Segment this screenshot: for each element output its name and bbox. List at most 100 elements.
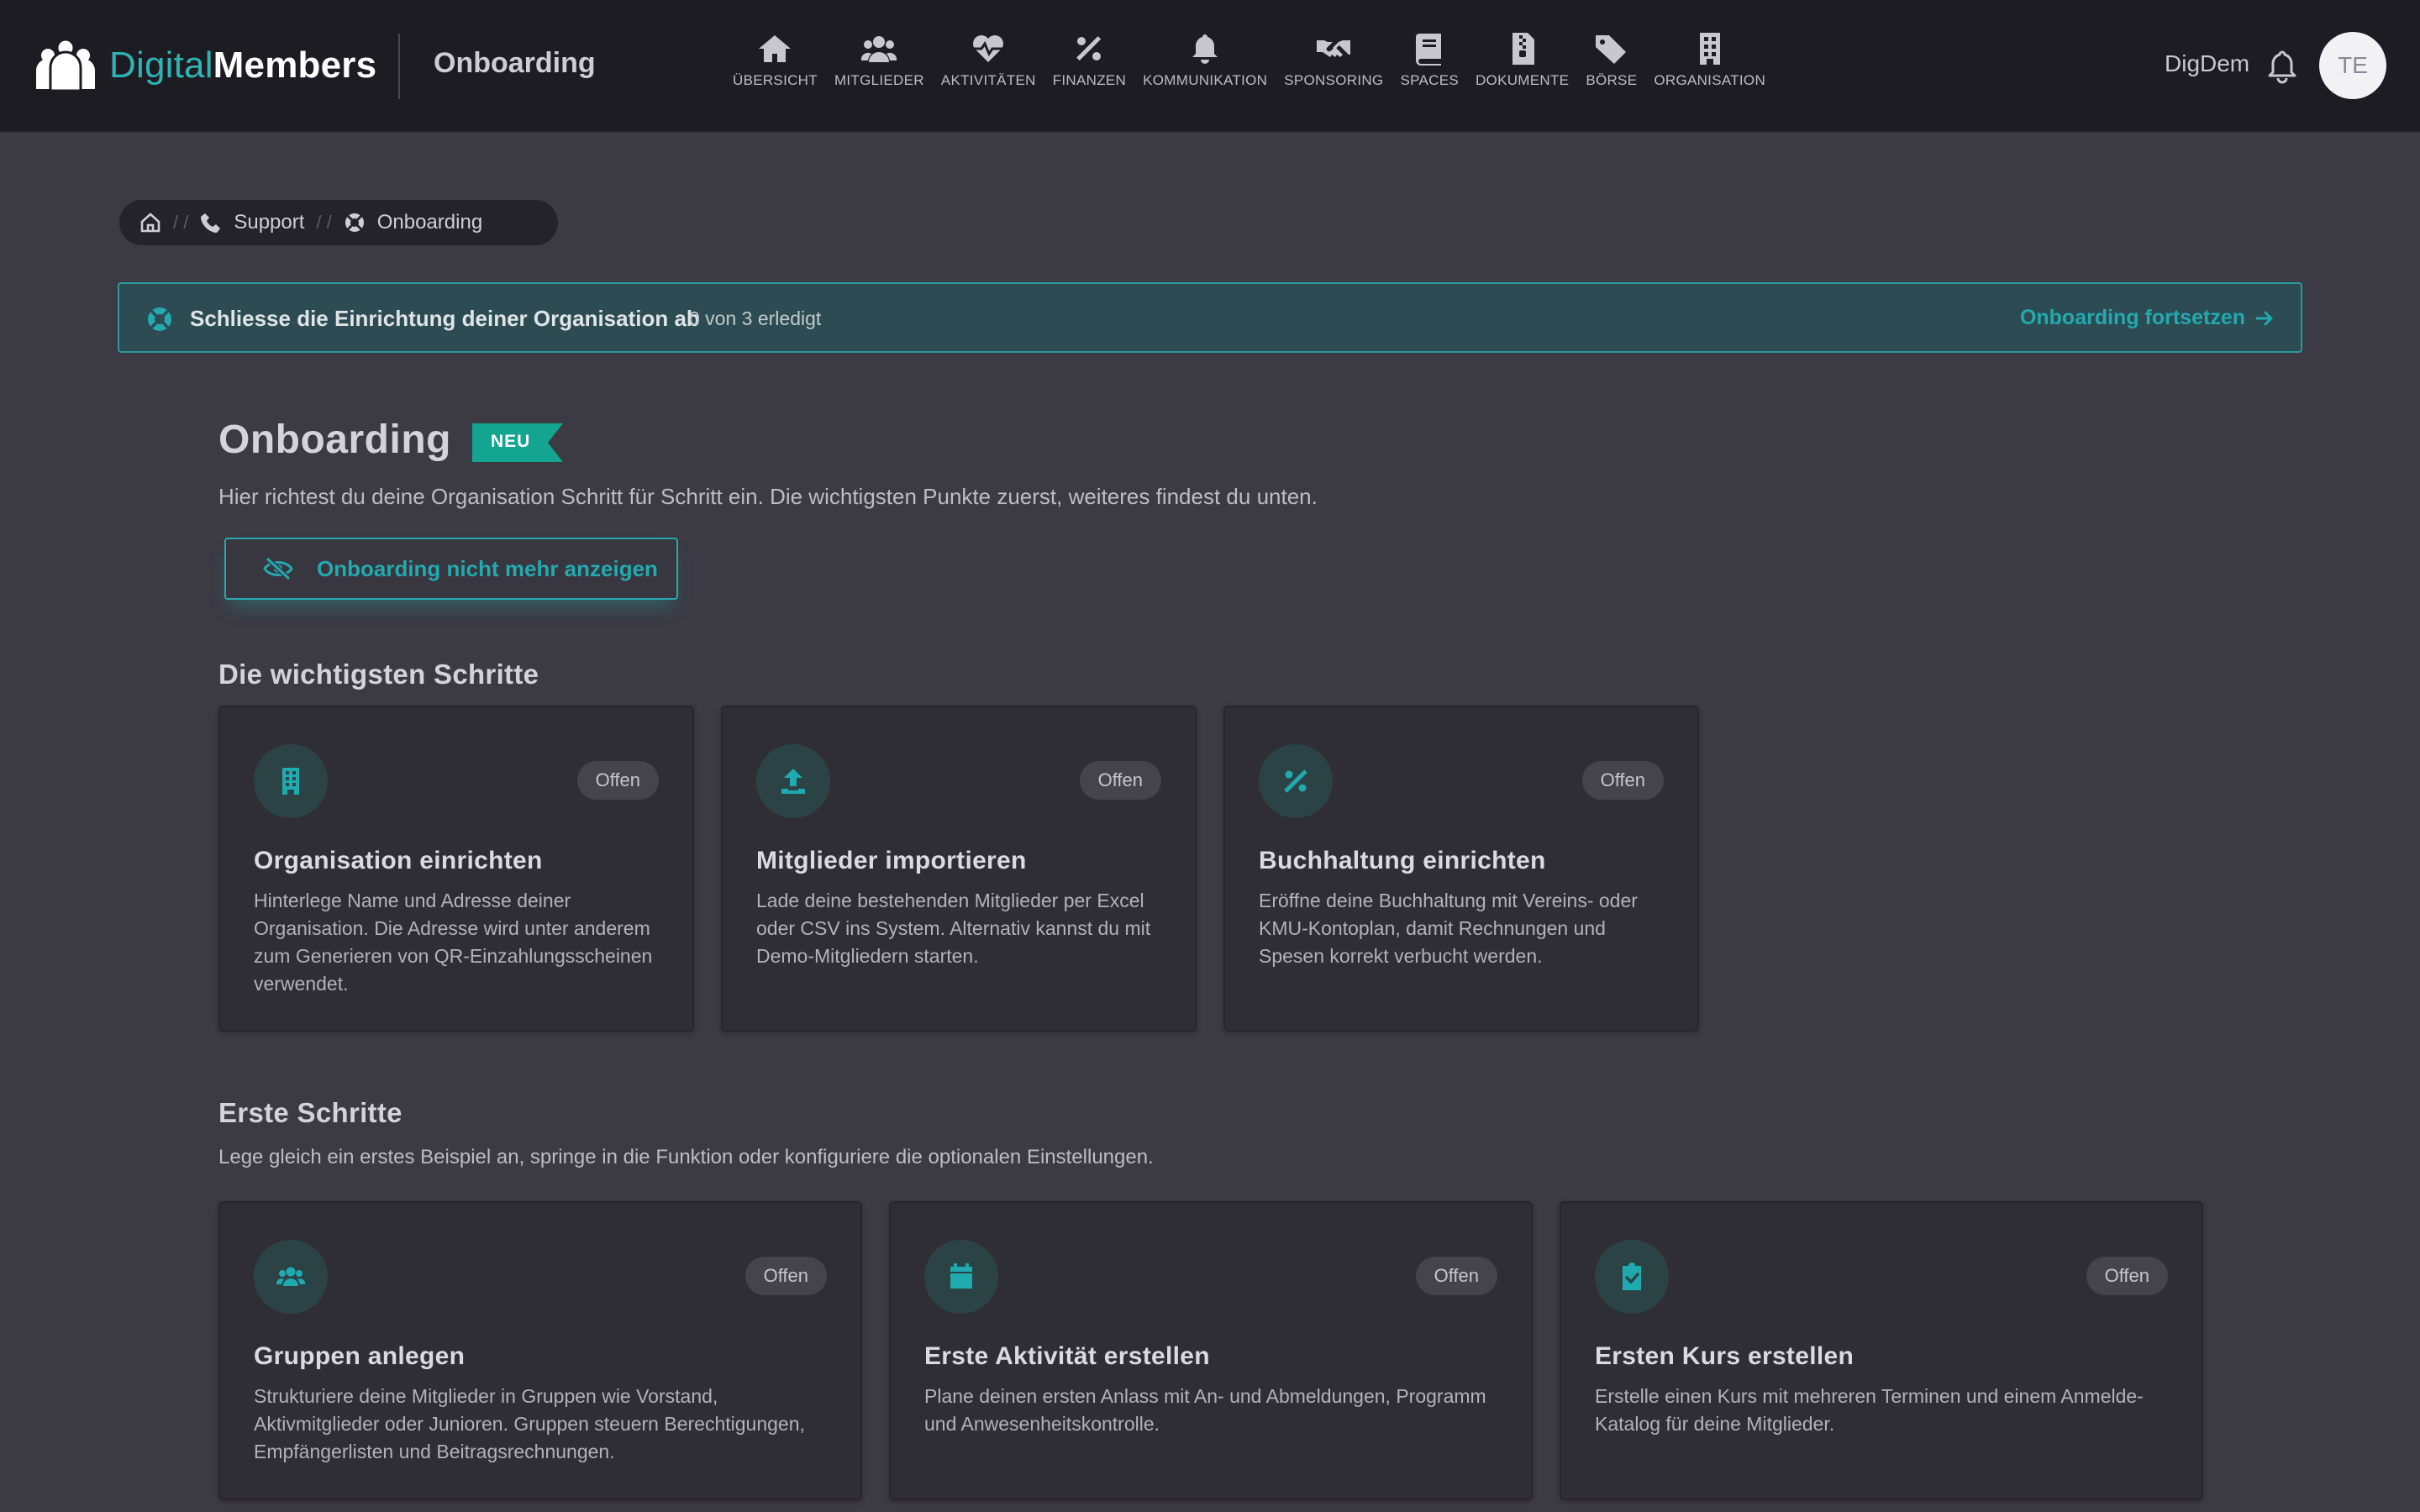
clipboard-check-icon bbox=[1623, 1263, 1641, 1290]
users-icon bbox=[276, 1267, 305, 1286]
logo-digital: Digital bbox=[109, 45, 213, 86]
breadcrumb: / / Support / / Onboarding bbox=[119, 200, 558, 245]
card-title: Mitglieder importieren bbox=[756, 847, 1027, 874]
card-erste-aktivitaet[interactable]: Offen Erste Aktivität erstellen Plane de… bbox=[889, 1201, 1533, 1500]
status-badge: Offen bbox=[1415, 1257, 1497, 1295]
lifering-icon bbox=[148, 307, 171, 331]
logo-members: Members bbox=[213, 45, 377, 86]
card-icon-circle bbox=[756, 744, 830, 818]
bell-icon bbox=[1192, 34, 1218, 64]
home-icon bbox=[759, 35, 792, 62]
card-buchhaltung-einrichten[interactable]: Offen Buchhaltung einrichten Eröffne dei… bbox=[1223, 706, 1699, 1032]
nav-item-dokumente[interactable]: DOKUMENTE bbox=[1467, 32, 1577, 99]
page-title: Onboarding bbox=[218, 417, 451, 462]
section-subtitle: Lege gleich ein erstes Beispiel an, spri… bbox=[218, 1146, 1154, 1168]
card-ersten-kurs[interactable]: Offen Ersten Kurs erstellen Erstelle ein… bbox=[1560, 1201, 2203, 1500]
eye-slash-icon bbox=[263, 556, 293, 581]
hide-onboarding-button[interactable]: Onboarding nicht mehr anzeigen bbox=[224, 538, 678, 600]
card-icon-circle bbox=[924, 1240, 998, 1314]
breadcrumb-separator: / / bbox=[173, 212, 189, 233]
card-gruppen-anlegen[interactable]: Offen Gruppen anlegen Strukturiere deine… bbox=[218, 1201, 862, 1500]
card-description: Hinterlege Name und Adresse deiner Organ… bbox=[254, 890, 653, 995]
banner-title: Schliesse die Einrichtung deiner Organis… bbox=[190, 306, 700, 331]
card-title: Organisation einrichten bbox=[254, 847, 543, 874]
onboarding-banner: Schliesse die Einrichtung deiner Organis… bbox=[118, 282, 2302, 353]
nav-label: MITGLIEDER bbox=[834, 72, 924, 88]
card-title: Gruppen anlegen bbox=[254, 1342, 466, 1370]
nav-item-mitglieder[interactable]: MITGLIEDER bbox=[826, 32, 933, 99]
status-badge: Offen bbox=[744, 1257, 827, 1295]
status-badge: Offen bbox=[576, 761, 659, 800]
status-badge: Offen bbox=[1079, 761, 1161, 800]
page-section-title: Onboarding bbox=[434, 47, 596, 79]
nav-label: ÜBERSICHT bbox=[733, 72, 818, 88]
nav-label: AKTIVITÄTEN bbox=[940, 72, 1036, 88]
main-nav: ÜBERSICHT MITGLIEDER AKTIVITÄTEN FINANZE… bbox=[724, 32, 1774, 99]
card-icon-circle bbox=[254, 744, 328, 818]
nav-item-organisation[interactable]: ORGANISATION bbox=[1645, 32, 1774, 99]
handshake-icon bbox=[1317, 40, 1351, 57]
members-logo-icon bbox=[36, 38, 95, 92]
header-divider bbox=[398, 34, 400, 99]
phone-icon bbox=[201, 213, 221, 234]
nav-label: KOMMUNIKATION bbox=[1143, 72, 1268, 88]
status-badge: Offen bbox=[1581, 761, 1664, 800]
notification-bell-icon[interactable] bbox=[2265, 49, 2299, 84]
status-badge: Offen bbox=[2086, 1257, 2168, 1295]
app-logo[interactable]: DigitalMembers bbox=[34, 30, 376, 101]
user-name[interactable]: DigDem bbox=[2165, 50, 2249, 77]
hide-onboarding-label: Onboarding nicht mehr anzeigen bbox=[317, 555, 658, 581]
card-mitglieder-importieren[interactable]: Offen Mitglieder importieren Lade deine … bbox=[721, 706, 1197, 1032]
card-organisation-einrichten[interactable]: Offen Organisation einrichten Hinterlege… bbox=[218, 706, 694, 1032]
card-description: Plane deinen ersten Anlass mit An- und A… bbox=[924, 1385, 1486, 1435]
calendar-icon bbox=[950, 1263, 972, 1289]
section-title-important: Die wichtigsten Schritte bbox=[218, 659, 539, 690]
card-icon-circle bbox=[1595, 1240, 1669, 1314]
tags-icon bbox=[1595, 35, 1626, 64]
home-icon[interactable] bbox=[139, 212, 161, 234]
banner-progress: 0 von 3 erledigt bbox=[689, 307, 822, 329]
percent-icon bbox=[1076, 36, 1102, 61]
percent-icon bbox=[1284, 769, 1307, 793]
nav-item-uebersicht[interactable]: ÜBERSICHT bbox=[724, 32, 826, 99]
continue-onboarding-label: Onboarding fortsetzen bbox=[2019, 306, 2245, 329]
new-badge: NEU bbox=[472, 423, 563, 462]
card-description: Erstelle einen Kurs mit mehreren Termine… bbox=[1595, 1385, 2144, 1435]
card-title: Buchhaltung einrichten bbox=[1259, 847, 1546, 874]
nav-item-aktivitaeten[interactable]: AKTIVITÄTEN bbox=[933, 32, 1044, 99]
users-icon bbox=[861, 36, 897, 62]
arrow-right-icon bbox=[2255, 311, 2273, 325]
heartbeat-icon bbox=[973, 35, 1004, 62]
breadcrumb-item-support[interactable]: Support bbox=[234, 211, 304, 234]
card-description: Lade deine bestehenden Mitglieder per Ex… bbox=[756, 890, 1151, 967]
building-icon bbox=[1699, 33, 1720, 65]
card-title: Erste Aktivität erstellen bbox=[924, 1342, 1210, 1370]
nav-item-sponsoring[interactable]: SPONSORING bbox=[1276, 32, 1392, 99]
nav-label: BÖRSE bbox=[1586, 72, 1638, 88]
file-zip-icon bbox=[1512, 33, 1534, 65]
nav-item-finanzen[interactable]: FINANZEN bbox=[1044, 32, 1134, 99]
breadcrumb-item-onboarding: Onboarding bbox=[376, 211, 483, 234]
nav-item-kommunikation[interactable]: KOMMUNIKATION bbox=[1134, 32, 1276, 99]
nav-label: SPACES bbox=[1400, 72, 1459, 88]
book-icon bbox=[1416, 34, 1442, 66]
intro-text: Hier richtest du deine Organisation Schr… bbox=[218, 484, 1318, 509]
card-description: Eröffne deine Buchhaltung mit Vereins- o… bbox=[1259, 890, 1638, 967]
card-title: Ersten Kurs erstellen bbox=[1595, 1342, 1854, 1370]
card-icon-circle bbox=[254, 1240, 328, 1314]
card-description: Strukturiere deine Mitglieder in Gruppen… bbox=[254, 1385, 805, 1462]
section-title-first-steps: Erste Schritte bbox=[218, 1097, 402, 1128]
lifering-icon bbox=[345, 213, 364, 232]
upload-icon bbox=[781, 769, 805, 794]
nav-item-boerse[interactable]: BÖRSE bbox=[1577, 32, 1645, 99]
avatar[interactable]: TE bbox=[2319, 32, 2386, 99]
new-badge-label: NEU bbox=[491, 432, 531, 451]
nav-label: FINANZEN bbox=[1052, 72, 1127, 88]
nav-item-spaces[interactable]: SPACES bbox=[1392, 32, 1467, 99]
building-icon bbox=[282, 768, 299, 795]
breadcrumb-separator: / / bbox=[316, 212, 332, 233]
card-icon-circle bbox=[1259, 744, 1333, 818]
logo-text: DigitalMembers bbox=[109, 45, 376, 87]
nav-label: SPONSORING bbox=[1284, 72, 1384, 88]
continue-onboarding-link[interactable]: Onboarding fortsetzen bbox=[2020, 306, 2275, 330]
